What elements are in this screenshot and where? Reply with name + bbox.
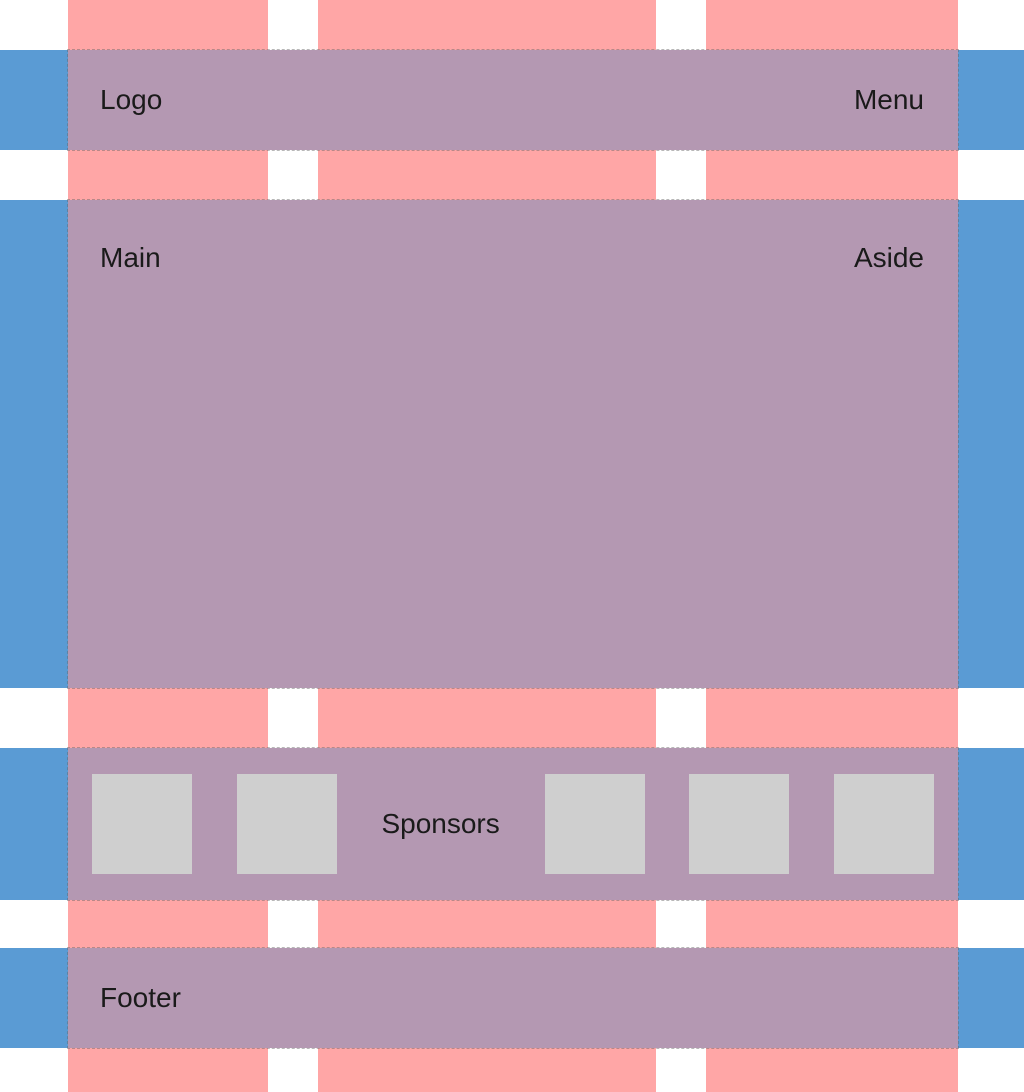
aside-label: Aside (854, 242, 924, 274)
sponsor-box (92, 774, 192, 874)
main-region (68, 200, 958, 688)
footer-region (68, 948, 958, 1048)
main-label: Main (100, 242, 161, 274)
sponsors-label: Sponsors (381, 808, 499, 840)
sponsor-box (834, 774, 934, 874)
logo-label: Logo (100, 84, 162, 116)
sponsor-box (545, 774, 645, 874)
sponsor-box (237, 774, 337, 874)
footer-label: Footer (100, 982, 181, 1014)
sponsors-list: Sponsors (68, 773, 958, 875)
main-row: Main Aside (0, 200, 1024, 688)
header-region (68, 50, 958, 150)
sponsor-box (689, 774, 789, 874)
sponsors-row: Sponsors (0, 748, 1024, 900)
menu-label: Menu (854, 84, 924, 116)
header-row: Logo Menu (0, 50, 1024, 150)
footer-row: Footer (0, 948, 1024, 1048)
